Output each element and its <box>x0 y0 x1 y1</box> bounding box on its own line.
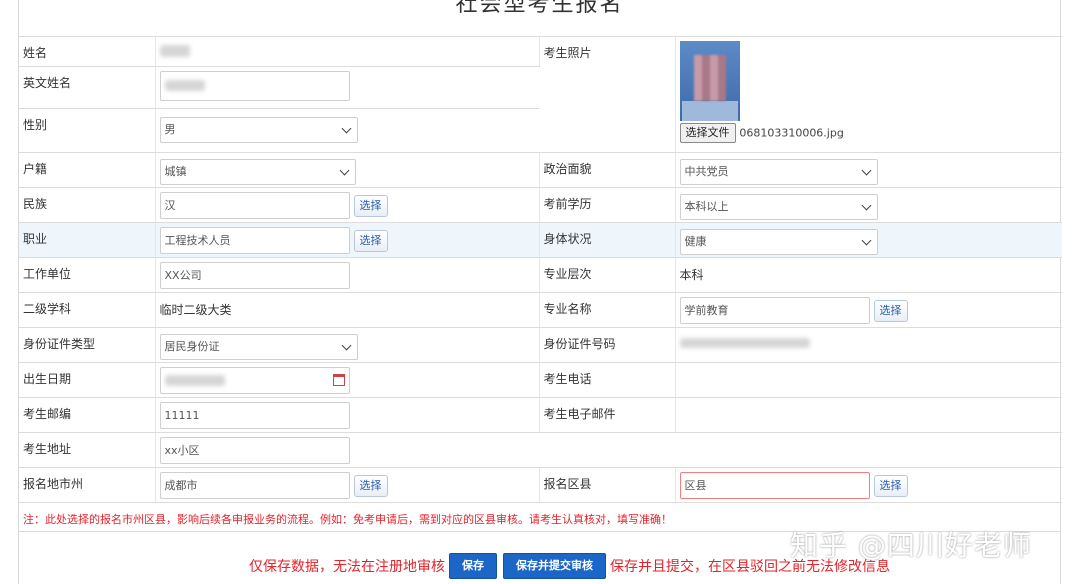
chevron-down-icon <box>341 340 351 351</box>
county-pick-button[interactable]: 选择 <box>873 475 908 497</box>
county-input[interactable]: 区县 <box>679 472 870 499</box>
chevron-down-icon <box>339 165 349 176</box>
major-pick-button[interactable]: 选择 <box>873 300 908 322</box>
level-value: 本科 <box>679 268 704 282</box>
candidate-photo <box>679 41 740 121</box>
birth-date-input[interactable] <box>159 367 350 394</box>
page-title: 社会型考生报名 <box>455 0 624 17</box>
label-occupation: 职业 <box>19 222 156 258</box>
label-employer: 工作单位 <box>19 257 156 293</box>
label-birth: 出生日期 <box>19 362 156 398</box>
save-submit-button[interactable]: 保存并提交审核 <box>503 553 606 579</box>
postcode-input[interactable]: 11111 <box>159 402 350 429</box>
registration-form-frame: 社会型考生报名 姓名 考生照片 选择文件 068103310006.jpg 英文… <box>18 0 1062 584</box>
english-name-input[interactable] <box>159 71 350 101</box>
label-name: 姓名 <box>19 36 156 67</box>
registration-form-table: 姓名 考生照片 选择文件 068103310006.jpg 英文姓名 性别 男 … <box>19 36 1062 503</box>
label-household: 户籍 <box>19 152 156 188</box>
watermark: 知乎 @四川好老师 <box>790 529 1032 562</box>
label-phone: 考生电话 <box>539 362 676 398</box>
label-major: 专业名称 <box>539 292 676 328</box>
ethnicity-input[interactable]: 汉 <box>159 192 350 219</box>
subject-value: 临时二级大类 <box>159 303 232 317</box>
label-political: 政治面貌 <box>539 152 676 188</box>
label-subject: 二级学科 <box>19 292 156 328</box>
label-english-name: 英文姓名 <box>19 66 156 109</box>
ethnicity-pick-button[interactable]: 选择 <box>353 195 388 217</box>
id-number-redacted <box>679 338 810 348</box>
label-id-type: 身份证件类型 <box>19 327 156 363</box>
label-id-number: 身份证件号码 <box>539 327 676 363</box>
choose-file-button[interactable]: 选择文件 <box>679 123 736 143</box>
save-hint: 仅保存数据，无法在注册地审核 <box>249 559 445 575</box>
occupation-pick-button[interactable]: 选择 <box>353 230 388 252</box>
city-input[interactable]: 成都市 <box>159 472 350 499</box>
calendar-icon[interactable] <box>332 374 345 386</box>
save-button[interactable]: 保存 <box>449 553 497 579</box>
city-pick-button[interactable]: 选择 <box>353 475 388 497</box>
health-select[interactable]: 健康 <box>679 229 878 255</box>
photo-file-name: 068103310006.jpg <box>739 126 844 140</box>
label-level: 专业层次 <box>539 257 676 293</box>
chevron-down-icon <box>861 165 871 176</box>
label-city: 报名地市州 <box>19 467 156 503</box>
chevron-down-icon <box>861 200 871 211</box>
household-select[interactable]: 城镇 <box>159 159 356 185</box>
region-notice: 注：此处选择的报名市州区县，影响后续各申报业务的流程。例如：免考申请后，需到对应… <box>23 513 672 526</box>
employer-input[interactable]: XX公司 <box>159 262 350 289</box>
id-type-select[interactable]: 居民身份证 <box>159 334 358 360</box>
label-address: 考生地址 <box>19 432 156 468</box>
occupation-input[interactable]: 工程技术人员 <box>159 227 350 254</box>
chevron-down-icon <box>341 123 351 134</box>
label-health: 身体状况 <box>539 222 676 258</box>
label-ethnicity: 民族 <box>19 187 156 223</box>
gender-select[interactable]: 男 <box>159 117 358 143</box>
label-photo: 考生照片 <box>539 36 676 153</box>
label-postcode: 考生邮编 <box>19 397 156 433</box>
phone-value <box>675 362 1062 398</box>
email-value <box>675 397 1062 433</box>
chevron-down-icon <box>861 235 871 246</box>
name-redacted <box>159 45 190 57</box>
photo-cell: 选择文件 068103310006.jpg <box>675 36 1062 153</box>
major-input[interactable]: 学前教育 <box>679 297 870 324</box>
name-value <box>155 36 540 67</box>
education-select[interactable]: 本科以上 <box>679 194 878 220</box>
address-input[interactable]: xx小区 <box>159 437 350 464</box>
label-gender: 性别 <box>19 108 156 153</box>
label-email: 考生电子邮件 <box>539 397 676 433</box>
political-select[interactable]: 中共党员 <box>679 159 878 185</box>
label-education: 考前学历 <box>539 187 676 223</box>
label-county: 报名区县 <box>539 467 676 503</box>
